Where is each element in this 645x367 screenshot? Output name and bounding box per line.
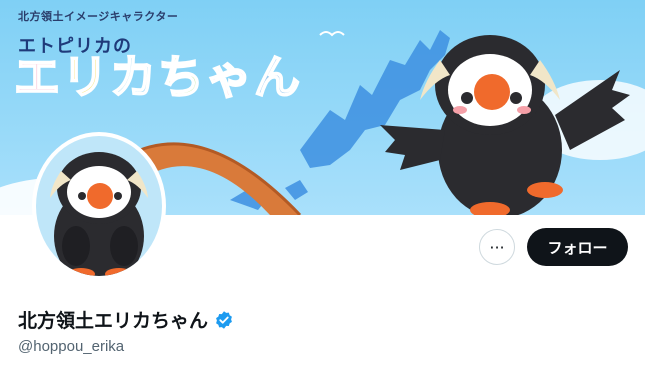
banner-title-char: ん <box>253 49 302 105</box>
follow-button[interactable]: フォロー <box>527 228 628 266</box>
banner-title: エリカちゃん <box>13 49 302 105</box>
display-name-text: 北方領土エリカちゃん <box>18 310 209 332</box>
banner-title-char: ゃ <box>205 49 254 105</box>
banner-title-char: リ <box>61 49 110 105</box>
avatar[interactable] <box>32 132 166 280</box>
profile-handle: @hoppou_erika <box>18 338 125 355</box>
banner-title-char: エ <box>13 49 62 105</box>
follow-button-label: フォロー <box>547 238 608 257</box>
profile-display-name: 北方領土エリカちゃん <box>18 306 234 333</box>
more-options-label: ··· <box>489 237 505 257</box>
more-options-button[interactable]: ··· <box>479 229 515 265</box>
banner-title-char: ち <box>157 49 206 105</box>
avatar-image <box>36 136 162 276</box>
verified-badge-icon[interactable] <box>214 310 234 330</box>
banner-title-char: カ <box>109 49 158 105</box>
banner-tagline: 北方領土イメージキャラクター <box>18 10 179 23</box>
